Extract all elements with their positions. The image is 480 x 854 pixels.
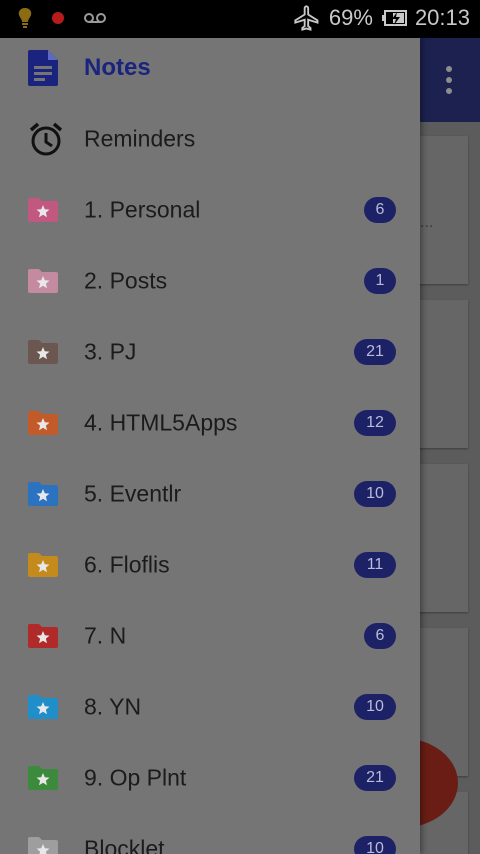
drawer-item-category[interactable]: 6. Floflis 11: [0, 529, 420, 600]
drawer-item-category[interactable]: 2. Posts 1: [0, 245, 420, 316]
drawer-item-category[interactable]: 8. YN 10: [0, 671, 420, 742]
bulb-icon: [18, 8, 32, 28]
count-badge: 10: [354, 835, 396, 854]
note-card[interactable]: [412, 300, 468, 448]
drawer-item-label: 9. Op Plnt: [84, 764, 187, 790]
drawer-item-label: Blocklet: [84, 835, 165, 854]
count-badge: 6: [364, 196, 396, 223]
count-badge: 6: [364, 622, 396, 649]
record-dot-icon: [52, 12, 64, 24]
drawer-item-label: Reminders: [84, 125, 196, 151]
drawer-item-category[interactable]: 3. PJ 21: [0, 316, 420, 387]
drawer-item-category[interactable]: Blocklet 10: [0, 813, 420, 854]
drawer-item-category[interactable]: 9. Op Plnt 21: [0, 742, 420, 813]
drawer-item-label: 1. Personal: [84, 196, 201, 222]
folder-star-icon: [28, 339, 58, 364]
count-badge: 21: [354, 764, 396, 791]
folder-star-icon: [28, 836, 58, 854]
notes-icon: [28, 49, 58, 86]
drawer-item-label: 2. Posts: [84, 267, 168, 293]
status-bar: 69% 20:13: [0, 0, 480, 38]
drawer-item-category[interactable]: 4. HTML5Apps 12: [0, 387, 420, 458]
note-card[interactable]: [412, 464, 468, 612]
folder-star-icon: [28, 765, 58, 790]
count-badge: 21: [354, 338, 396, 365]
note-preview-ellipsis: ...: [420, 214, 434, 231]
count-badge: 12: [354, 409, 396, 436]
drawer-item-label: 6. Floflis: [84, 551, 170, 577]
folder-star-icon: [28, 552, 58, 577]
drawer-item-label: 5. Eventlr: [84, 480, 182, 506]
folder-star-icon: [28, 481, 58, 506]
battery-charging-icon: [381, 10, 407, 26]
drawer-item-label: Notes: [84, 53, 151, 81]
drawer-item-category[interactable]: 7. N 6: [0, 600, 420, 671]
note-card[interactable]: [412, 136, 468, 284]
overflow-menu-icon[interactable]: [446, 66, 452, 94]
folder-star-icon: [28, 623, 58, 648]
folder-star-icon: [28, 694, 58, 719]
count-badge: 1: [364, 267, 396, 294]
drawer-item-label: 3. PJ: [84, 338, 137, 364]
folder-star-icon: [28, 410, 58, 435]
drawer-item-reminders[interactable]: Reminders: [0, 103, 420, 174]
drawer-item-label: 4. HTML5Apps: [84, 409, 238, 435]
airplane-mode-icon: [294, 5, 319, 31]
navigation-drawer: Notes Reminders 1. Personal 6 2. Posts 1 3. …: [0, 38, 420, 854]
drawer-item-label: 7. N: [84, 622, 127, 648]
clock: 20:13: [414, 5, 470, 30]
drawer-item-category[interactable]: 5. Eventlr 10: [0, 458, 420, 529]
battery-percent: 69%: [328, 5, 373, 30]
count-badge: 10: [354, 693, 396, 720]
drawer-item-label: 8. YN: [84, 693, 142, 719]
folder-star-icon: [28, 268, 58, 293]
drawer-item-notes[interactable]: Notes: [0, 38, 420, 103]
count-badge: 10: [354, 480, 396, 507]
voicemail-icon: [84, 13, 106, 23]
drawer-item-category[interactable]: 1. Personal 6: [0, 174, 420, 245]
alarm-clock-icon: [29, 122, 63, 155]
folder-star-icon: [28, 197, 58, 222]
count-badge: 11: [354, 551, 396, 578]
